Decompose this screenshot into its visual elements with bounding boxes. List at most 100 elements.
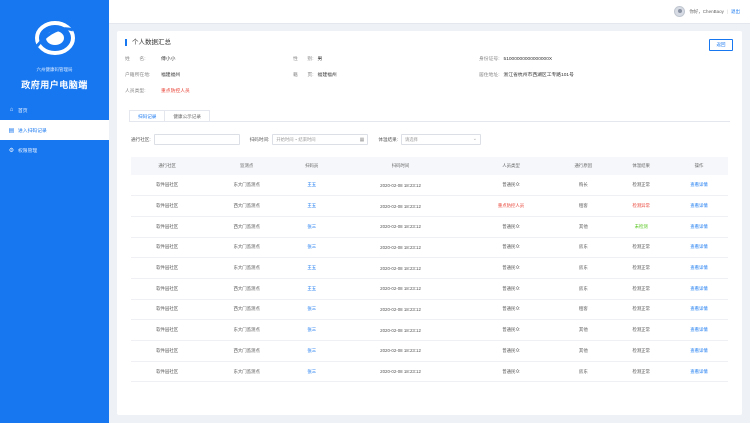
- cell-reason: 房东: [578, 368, 588, 374]
- table-row: 软件园社区 东大门监测点 王五 2020-02-08 18:23:12 普通民众 房东 检测…: [131, 258, 728, 279]
- cell-action[interactable]: 查看详情: [670, 341, 728, 362]
- tab-divider: [129, 121, 730, 122]
- cell-type: 普通民众: [502, 347, 520, 353]
- cell-staff[interactable]: 张三: [290, 216, 333, 237]
- sidebar-item-permissions[interactable]: ⚙ 权限管理: [0, 140, 109, 160]
- cell-action[interactable]: 查看详情: [670, 278, 728, 299]
- table-row: 软件园社区 西大门监测点 张三 2020-02-08 18:23:12 普通民众 其他 未检…: [131, 216, 728, 238]
- id-value: 51000000000000000X: [503, 57, 553, 62]
- cell-result: 检测正常: [632, 327, 650, 333]
- cell-staff[interactable]: 王五: [290, 258, 333, 279]
- cell-action[interactable]: 查看详情: [670, 175, 728, 196]
- org-subtitle: 六州健康码管理局: [36, 67, 73, 72]
- native-label: 籍 贯:: [293, 73, 314, 78]
- cell-type: 普通民众: [502, 265, 520, 271]
- avatar[interactable]: [674, 6, 686, 17]
- cell-community: 软件园社区: [156, 203, 179, 209]
- table-row: 软件园社区 西大门监测点 张三 2020-02-08 18:23:12 普通民众 其他 检测…: [131, 341, 728, 362]
- cell-point: 东大门监测点: [233, 327, 260, 333]
- cell-point: 东大门监测点: [233, 265, 260, 271]
- info-id: 身份证号: 51000000000000000X: [479, 55, 552, 62]
- cell-action[interactable]: 查看详情: [670, 258, 728, 279]
- sidebar-item-home[interactable]: ⌂ 首页: [0, 100, 109, 120]
- cell-reason: 房东: [578, 265, 588, 271]
- gender-label: 性 别:: [293, 57, 314, 62]
- cell-time: 2020-02-08 18:23:12: [380, 306, 421, 312]
- address-value: 浙江省杭州市西湖区工专路101号: [503, 73, 574, 78]
- cell-community: 软件园社区: [156, 327, 179, 333]
- cell-point: 东大门监测点: [233, 368, 260, 374]
- community-filter-label: 通行社区:: [131, 136, 151, 142]
- gear-icon: ⚙: [8, 147, 15, 154]
- cell-community: 软件园社区: [156, 244, 179, 250]
- cell-staff[interactable]: 王五: [290, 278, 333, 299]
- result-select[interactable]: 请选择 ⌄: [400, 134, 481, 145]
- page-title: 个人数据汇总: [125, 39, 171, 46]
- col-result: 体温结果: [632, 163, 650, 168]
- cell-type: 重点防控人员: [497, 203, 525, 209]
- time-filter-label: 扫码时间:: [249, 136, 270, 142]
- cell-action[interactable]: 查看详情: [670, 196, 728, 217]
- cell-community: 软件园社区: [156, 182, 179, 188]
- info-gender: 性 别: 男: [293, 55, 322, 62]
- cell-reason: 房东: [578, 285, 588, 291]
- cell-type: 普通民众: [502, 223, 520, 229]
- cell-action[interactable]: 查看详情: [670, 216, 728, 237]
- cell-staff[interactable]: 张三: [290, 299, 333, 320]
- cell-community: 软件园社区: [156, 265, 179, 271]
- address-label: 居住地址:: [479, 73, 500, 78]
- cell-point: 西大门监测点: [233, 223, 260, 229]
- cell-action[interactable]: 查看详情: [670, 320, 728, 341]
- cell-type: 普通民众: [502, 327, 520, 333]
- cell-reason: 购长: [578, 182, 588, 188]
- cell-community: 软件园社区: [156, 223, 179, 229]
- col-staff: 扫码员: [305, 163, 319, 168]
- col-point: 监测点: [240, 163, 254, 168]
- cell-point: 西大门监测点: [233, 306, 260, 312]
- top-bar: 你好，ChenBaoy | 退出: [109, 0, 750, 24]
- type-value: 重点防控人员: [161, 89, 190, 94]
- cell-staff[interactable]: 张三: [290, 341, 333, 362]
- cell-staff[interactable]: 王五: [290, 196, 333, 217]
- time-range-input[interactable]: 开始时间 ~ 结束时间 ▦: [272, 134, 369, 145]
- cell-time: 2020-02-08 18:23:12: [380, 203, 421, 209]
- result-select-placeholder: 请选择: [404, 136, 418, 142]
- user-name: 你好，ChenBaoy: [689, 8, 724, 14]
- cell-time: 2020-02-08 18:23:12: [380, 265, 421, 271]
- cell-point: 西大门监测点: [233, 203, 260, 209]
- community-input[interactable]: [153, 134, 240, 145]
- table-row: 软件园社区 西大门监测点 王五 2020-02-08 18:23:12 普通民众 房东 检测…: [131, 278, 728, 300]
- result-filter-label: 体温结果:: [378, 136, 398, 142]
- cell-staff[interactable]: 王五: [290, 175, 333, 196]
- gender-value: 男: [317, 57, 323, 62]
- cell-reason: 房东: [578, 244, 588, 250]
- info-type: 人员类型: 重点防控人员: [125, 87, 190, 94]
- cell-community: 软件园社区: [156, 347, 179, 353]
- cell-action[interactable]: 查看详情: [670, 299, 728, 320]
- cell-time: 2020-02-08 18:23:12: [380, 244, 421, 250]
- home-icon: ⌂: [9, 107, 14, 113]
- table-row: 软件园社区 东大门监测点 张三 2020-02-08 18:23:12 普通民众 房东 检测…: [131, 361, 728, 382]
- cell-staff[interactable]: 张三: [290, 237, 333, 258]
- hukou-label: 户籍所在地:: [125, 73, 151, 78]
- app-title: 政府用户电脑端: [21, 80, 88, 90]
- cell-action[interactable]: 查看详情: [670, 361, 728, 382]
- back-button[interactable]: 返回: [709, 39, 733, 51]
- cell-type: 普通民众: [502, 368, 520, 374]
- cell-action[interactable]: 查看详情: [670, 237, 728, 258]
- cell-result: 未检测: [634, 223, 648, 229]
- user-area: 你好，ChenBaoy | 退出: [674, 6, 740, 17]
- cell-community: 软件园社区: [156, 306, 179, 312]
- logout-link[interactable]: 退出: [731, 9, 740, 15]
- sidebar-item-records[interactable]: ▤ 进入扫码记录: [0, 120, 109, 140]
- sidebar-nav: ⌂ 首页 ▤ 进入扫码记录 ⚙ 权限管理: [0, 100, 109, 160]
- name-value: 傅小小: [161, 57, 176, 62]
- cell-staff[interactable]: 张三: [290, 361, 333, 382]
- cell-staff[interactable]: 张三: [290, 320, 333, 341]
- cell-time: 2020-02-08 18:23:12: [380, 182, 421, 188]
- cell-result: 检测正常: [632, 182, 650, 188]
- cell-reason: 租客: [578, 306, 588, 312]
- cell-type: 普通民众: [502, 306, 520, 312]
- filter-bar: 通行社区: 扫码时间: 开始时间 ~ 结束时间 ▦ 体温结果: 请选择 ⌄: [131, 134, 481, 145]
- cell-community: 软件园社区: [156, 285, 179, 291]
